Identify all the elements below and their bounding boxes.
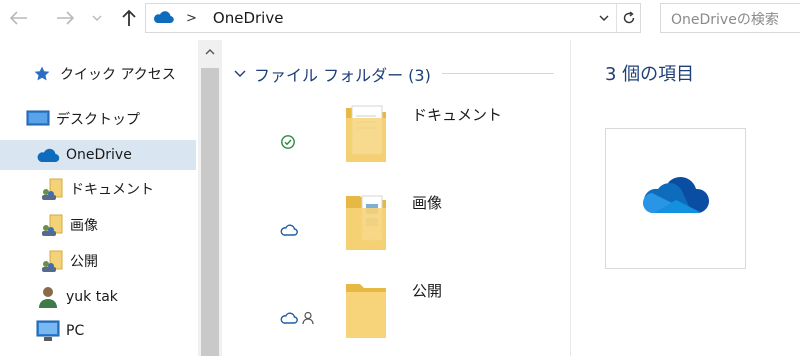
navigation-pane: クイック アクセス デスクトップ OneDrive ドキュメント 画像 公開 y… [0, 40, 222, 356]
preview-pane: 3 個の項目 [571, 40, 800, 356]
file-item-pictures[interactable]: 画像 [222, 190, 562, 274]
file-name: 公開 [412, 282, 443, 300]
back-arrow-icon[interactable] [8, 6, 30, 30]
file-item-public[interactable]: 公開 [222, 278, 562, 362]
sidebar-item-documents[interactable]: ドキュメント [0, 174, 196, 204]
breadcrumb-separator: > [186, 10, 197, 26]
search-input[interactable]: OneDriveの検索 [660, 3, 800, 33]
sidebar-item-user[interactable]: yuk tak [0, 282, 196, 312]
refresh-icon[interactable] [616, 4, 640, 32]
sidebar-item-label: デスクトップ [56, 112, 140, 128]
address-dropdown-icon[interactable] [594, 8, 614, 28]
folder-icon [342, 102, 390, 166]
sidebar-item-label: PC [66, 323, 85, 339]
onedrive-cloud-icon [36, 143, 60, 167]
file-list: ファイル フォルダー (3) ドキュメント 画像 公開 [222, 40, 570, 356]
up-arrow-icon[interactable] [118, 6, 140, 30]
file-name: ドキュメント [412, 106, 503, 124]
synced-check-icon [280, 132, 324, 152]
sidebar-item-quick-access[interactable]: クイック アクセス [0, 59, 196, 89]
sidebar-item-onedrive[interactable]: OneDrive [0, 140, 196, 170]
address-path-box[interactable]: > OneDrive [145, 3, 641, 33]
scroll-up-icon[interactable] [198, 40, 222, 64]
sidebar-item-label: 公開 [70, 254, 98, 270]
sidebar-item-label: OneDrive [66, 147, 132, 163]
forward-arrow-icon[interactable] [54, 6, 76, 30]
user-icon [36, 285, 60, 309]
sidebar-item-desktop[interactable]: デスクトップ [0, 104, 196, 134]
folder-icon [342, 278, 390, 342]
sidebar-item-label: クイック アクセス [60, 67, 176, 83]
shared-folder-icon [40, 249, 64, 273]
recent-locations-chevron-icon[interactable] [86, 6, 108, 30]
scrollbar-thumb[interactable] [201, 68, 219, 356]
file-item-documents[interactable]: ドキュメント [222, 102, 562, 186]
shared-folder-icon [40, 177, 64, 201]
onedrive-cloud-icon [152, 9, 174, 28]
preview-thumbnail [605, 128, 746, 269]
desktop-icon [26, 107, 50, 131]
star-icon [30, 62, 54, 86]
chevron-down-icon [234, 67, 246, 82]
file-name: 画像 [412, 194, 443, 212]
sidebar-item-label: ドキュメント [70, 182, 154, 198]
sidebar-item-label: 画像 [70, 218, 98, 234]
group-header-label: ファイル フォルダー (3) [254, 66, 431, 85]
shared-folder-icon [40, 213, 64, 237]
address-bar: > OneDrive OneDriveの検索 [0, 0, 800, 38]
group-header-folders[interactable]: ファイル フォルダー (3) [234, 62, 431, 86]
sidebar-item-pc[interactable]: PC [0, 316, 196, 346]
group-divider [442, 73, 554, 74]
pc-icon [36, 319, 60, 343]
sidebar-scrollbar[interactable] [198, 40, 222, 356]
breadcrumb-onedrive[interactable]: OneDrive [213, 9, 284, 27]
sidebar-item-public[interactable]: 公開 [0, 246, 196, 276]
sidebar-item-label: yuk tak [66, 289, 118, 305]
item-count: 3 個の項目 [605, 64, 695, 85]
cloud-shared-icon [280, 308, 324, 328]
folder-icon [342, 190, 390, 254]
sidebar-item-pictures[interactable]: 画像 [0, 210, 196, 240]
cloud-only-icon [280, 220, 324, 240]
onedrive-cloud-large-icon [640, 173, 712, 225]
